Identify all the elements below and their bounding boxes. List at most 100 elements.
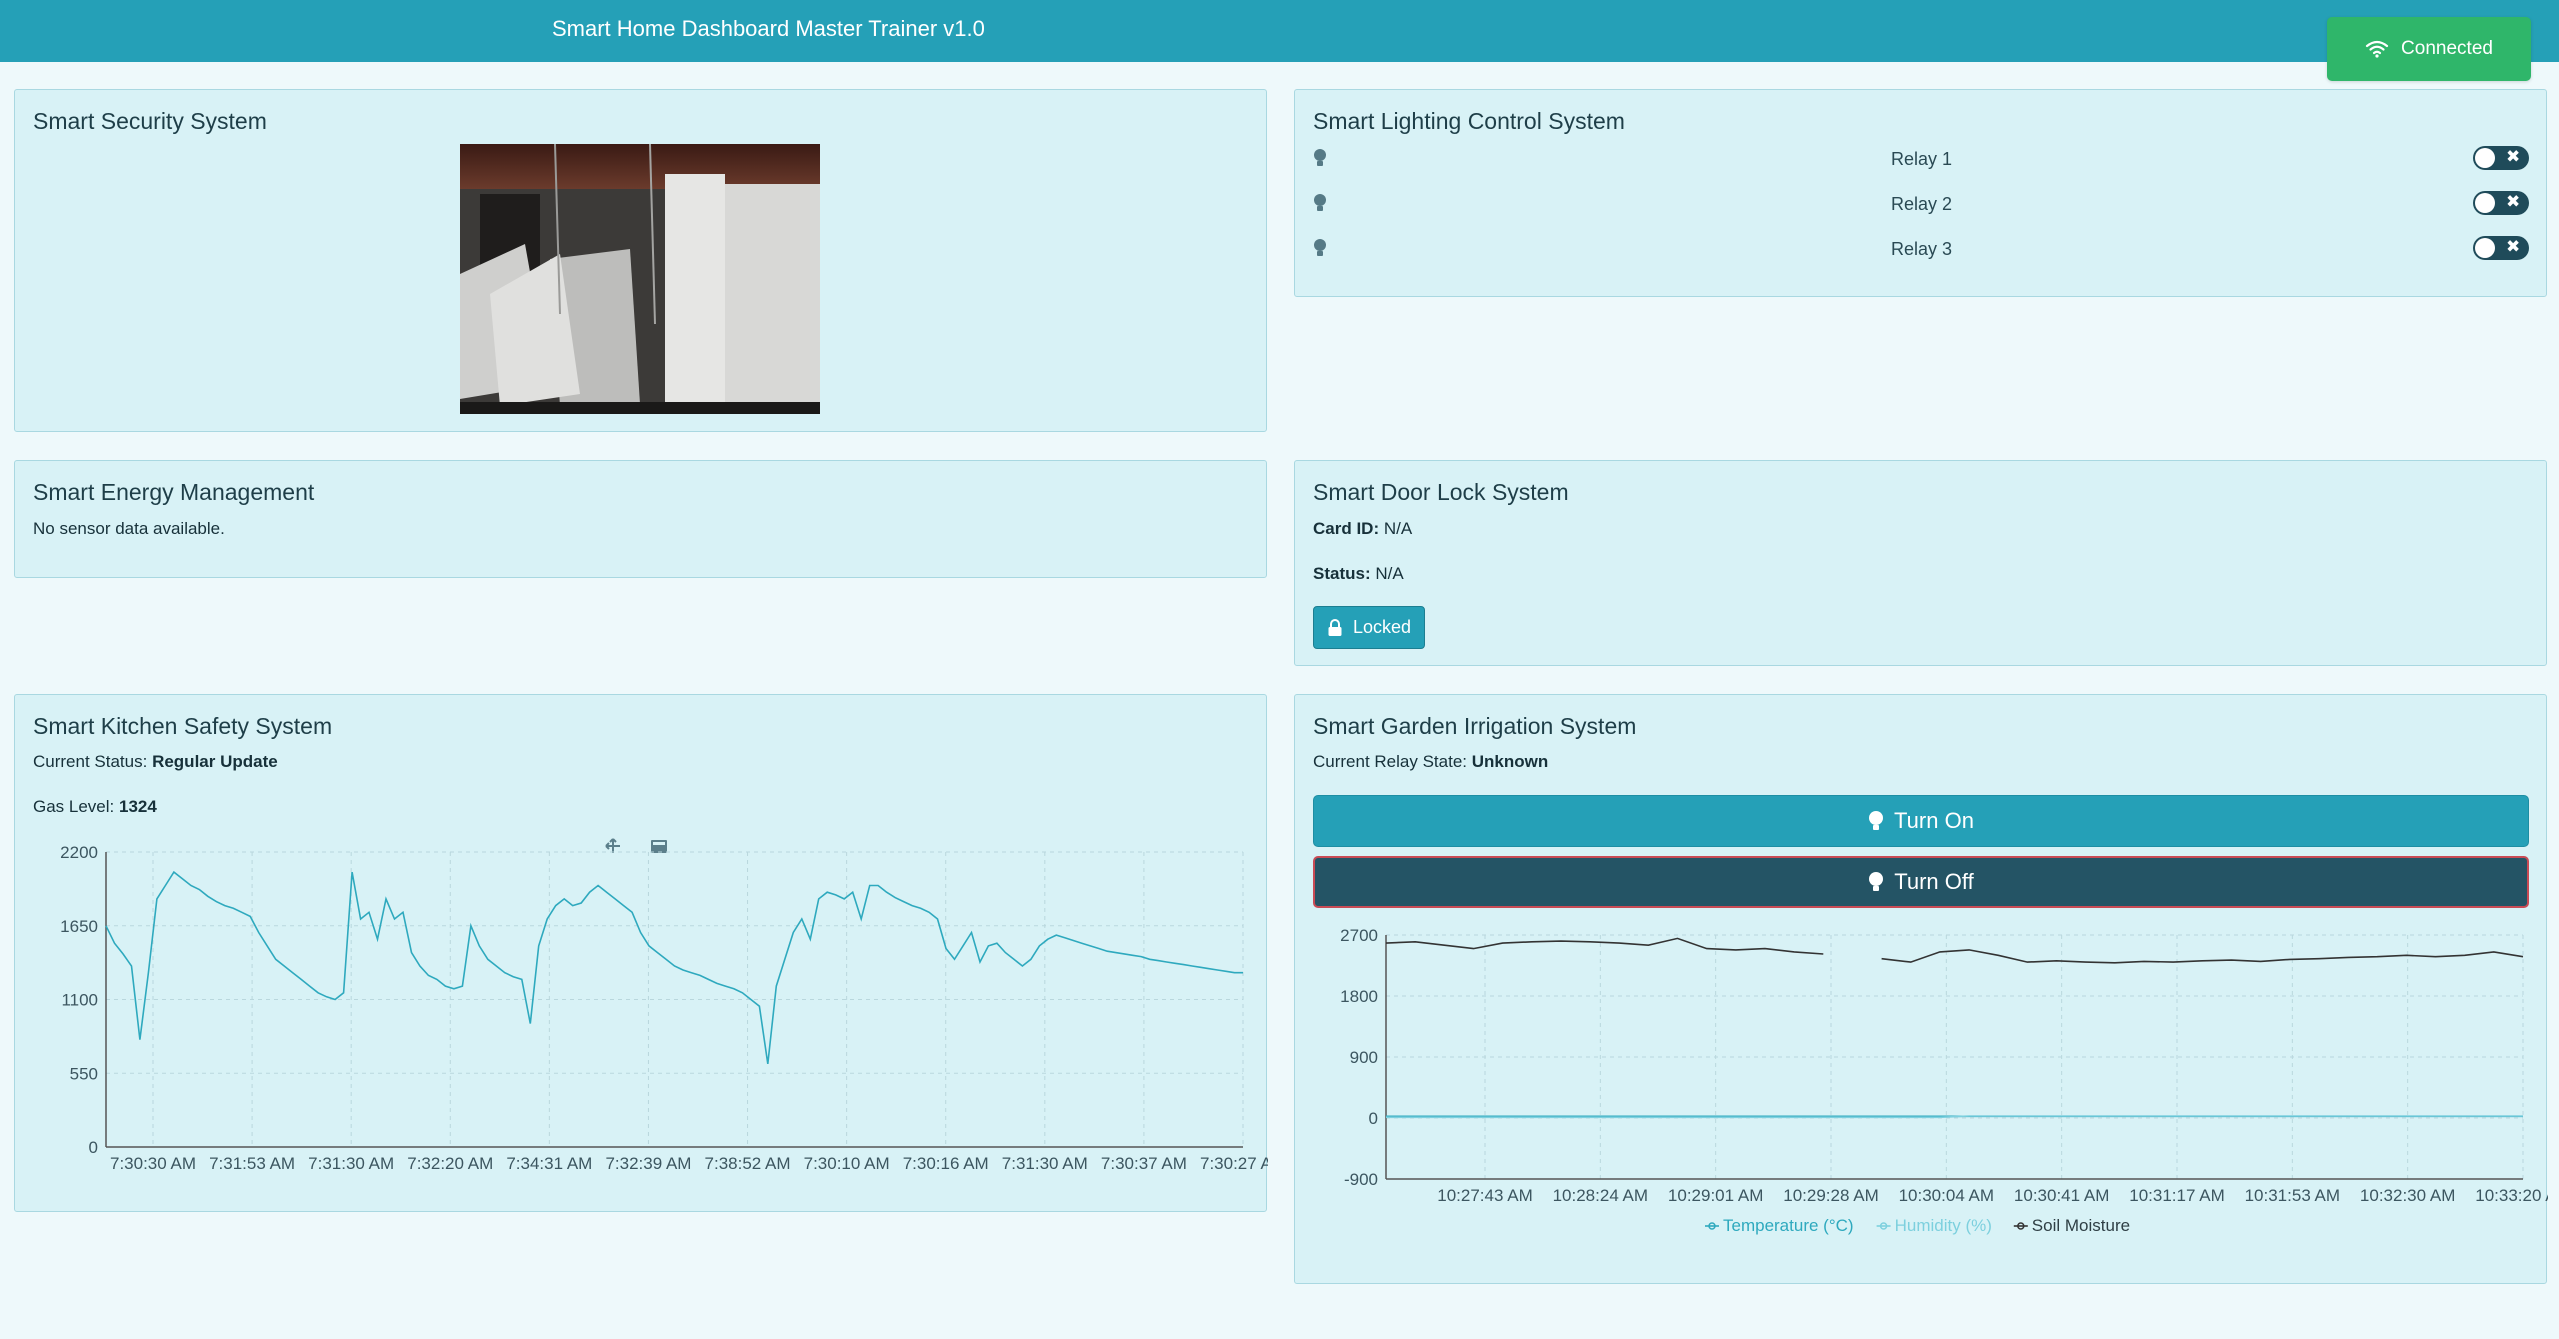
- x-tick-label: 10:33:20 AM: [2475, 1186, 2548, 1205]
- wifi-icon: [2365, 40, 2389, 58]
- x-tick-label: 7:32:39 AM: [605, 1154, 691, 1173]
- energy-card: Smart Energy Management No sensor data a…: [14, 460, 1267, 578]
- x-tick-label: 10:29:01 AM: [1668, 1186, 1763, 1205]
- kitchen-status-value: Regular Update: [152, 752, 278, 771]
- legend-item[interactable]: Soil Moisture: [2013, 1216, 2130, 1235]
- garden-card: Smart Garden Irrigation System Current R…: [1294, 694, 2548, 1284]
- x-tick-label: 10:30:41 AM: [2014, 1186, 2109, 1205]
- kitchen-status-line: Current Status: Regular Update: [33, 752, 278, 772]
- kitchen-card: Smart Kitchen Safety System Current Stat…: [14, 694, 1268, 1212]
- close-icon: ✖: [2506, 237, 2521, 256]
- card-id-label: Card ID:: [1313, 519, 1380, 538]
- garden-relay-label: Current Relay State:: [1313, 752, 1468, 771]
- x-tick-label: 7:32:20 AM: [407, 1154, 493, 1173]
- y-tick-label: -900: [1344, 1170, 1378, 1189]
- lightbulb-icon: [1314, 149, 1326, 166]
- lock-button-label: Locked: [1352, 617, 1412, 637]
- y-tick-label: 900: [1350, 1048, 1378, 1067]
- garden-sensor-chart: -900 0 900 1800 2700 10:27:43 AM 10:28:24 AM 10…: [1340, 926, 2548, 1235]
- lightbulb-icon: [1869, 872, 1884, 891]
- x-tick-label: 10:29:28 AM: [1783, 1186, 1878, 1205]
- legend-label: Soil Moisture: [2032, 1216, 2130, 1235]
- x-tick-label: 7:30:10 AM: [804, 1154, 890, 1173]
- security-card: Smart Security System: [14, 89, 1267, 432]
- gas-level-chart: 0 550 1100 1650 2200 7:30:30 AM 7:31:53 AM 7:31…: [60, 843, 1268, 1173]
- energy-message: No sensor data available.: [33, 519, 225, 538]
- legend-item[interactable]: Humidity (%): [1876, 1216, 1992, 1235]
- relay-label: Relay 1: [1891, 149, 1953, 169]
- card-id-value: N/A: [1383, 519, 1413, 538]
- lighting-title: Smart Lighting Control System: [1313, 108, 1625, 134]
- x-tick-label: 10:27:43 AM: [1437, 1186, 1532, 1205]
- garden-relay-line: Current Relay State: Unknown: [1313, 752, 1548, 772]
- x-tick-label: 10:32:30 AM: [2360, 1186, 2455, 1205]
- camera-feed-image: [460, 144, 820, 414]
- kitchen-title: Smart Kitchen Safety System: [33, 713, 333, 739]
- garden-relay-value: Unknown: [1471, 752, 1549, 771]
- x-tick-label: 7:31:53 AM: [209, 1154, 295, 1173]
- relay-label: Relay 3: [1891, 239, 1953, 259]
- x-tick-label: 7:30:27 AM: [1200, 1154, 1268, 1173]
- x-tick-label: 7:30:30 AM: [110, 1154, 196, 1173]
- x-tick-label: 10:30:04 AM: [1899, 1186, 1994, 1205]
- series-line: [1385, 937, 2524, 964]
- card-id-line: Card ID: N/A: [1313, 519, 1412, 539]
- legend-label: Humidity (%): [1895, 1216, 1992, 1235]
- legend-item[interactable]: Temperature (°C): [1705, 1216, 1854, 1235]
- turn-on-label: Turn On: [1894, 808, 1974, 833]
- door-status-value: N/A: [1375, 564, 1404, 583]
- connection-status-button[interactable]: Connected: [2327, 17, 2531, 81]
- y-tick-label: 0: [89, 1138, 98, 1157]
- y-tick-label: 2200: [60, 843, 98, 862]
- x-tick-label: 7:30:16 AM: [903, 1154, 989, 1173]
- relay-2-toggle[interactable]: ✖: [2473, 191, 2529, 215]
- y-tick-label: 0: [1369, 1109, 1378, 1128]
- x-tick-label: 7:31:30 AM: [1002, 1154, 1088, 1173]
- x-tick-label: 7:38:52 AM: [705, 1154, 791, 1173]
- toggle-knob: [2475, 148, 2495, 168]
- gas-level-label: Gas Level:: [33, 797, 115, 816]
- turn-on-button[interactable]: Turn On: [1313, 795, 2529, 847]
- relay-row-3: Relay 3 ✖: [1313, 232, 2531, 266]
- turn-off-label: Turn Off: [1894, 869, 1974, 894]
- close-icon: ✖: [2506, 147, 2521, 166]
- legend-label: Temperature (°C): [1723, 1216, 1854, 1235]
- connection-status-label: Connected: [2401, 38, 2493, 59]
- x-tick-label: 7:30:37 AM: [1101, 1154, 1187, 1173]
- lightbulb-icon: [1869, 811, 1884, 830]
- relay-row-1: Relay 1 ✖: [1313, 142, 2531, 176]
- top-navbar: Smart Home Dashboard Master Trainer v1.0: [0, 0, 2559, 62]
- toggle-knob: [2475, 193, 2495, 213]
- energy-title: Smart Energy Management: [33, 479, 315, 505]
- garden-title: Smart Garden Irrigation System: [1313, 713, 1637, 739]
- x-tick-label: 7:31:30 AM: [308, 1154, 394, 1173]
- kitchen-status-label: Current Status:: [33, 752, 148, 771]
- x-tick-label: 10:31:53 AM: [2245, 1186, 2340, 1205]
- y-tick-label: 2700: [1340, 926, 1378, 945]
- close-icon: ✖: [2506, 192, 2521, 211]
- relay-3-toggle[interactable]: ✖: [2473, 236, 2529, 260]
- lock-button[interactable]: Locked: [1313, 606, 1425, 649]
- relay-row-2: Relay 2 ✖: [1313, 187, 2531, 221]
- x-tick-label: 7:34:31 AM: [506, 1154, 592, 1173]
- turn-off-button[interactable]: Turn Off: [1313, 856, 2529, 908]
- y-tick-label: 1650: [60, 917, 98, 936]
- series-line: [105, 870, 1243, 1065]
- toggle-knob: [2475, 238, 2495, 258]
- door-status-line: Status: N/A: [1313, 564, 1404, 584]
- relay-1-toggle[interactable]: ✖: [2473, 146, 2529, 170]
- door-status-label: Status:: [1313, 564, 1371, 583]
- security-title: Smart Security System: [33, 108, 267, 134]
- app-title: Smart Home Dashboard Master Trainer v1.0: [552, 16, 985, 41]
- gas-level-line: Gas Level: 1324: [33, 797, 157, 817]
- x-tick-label: 10:31:17 AM: [2129, 1186, 2224, 1205]
- x-tick-label: 10:28:24 AM: [1553, 1186, 1648, 1205]
- door-lock-card: Smart Door Lock System Card ID: N/A Stat…: [1294, 460, 2547, 666]
- door-lock-title: Smart Door Lock System: [1313, 479, 1569, 505]
- lightbulb-icon: [1314, 239, 1326, 256]
- lighting-card: Smart Lighting Control System Relay 1 ✖ …: [1294, 89, 2547, 297]
- y-tick-label: 1100: [61, 991, 98, 1010]
- y-tick-label: 550: [70, 1064, 98, 1083]
- lightbulb-icon: [1314, 194, 1326, 211]
- relay-label: Relay 2: [1891, 194, 1953, 214]
